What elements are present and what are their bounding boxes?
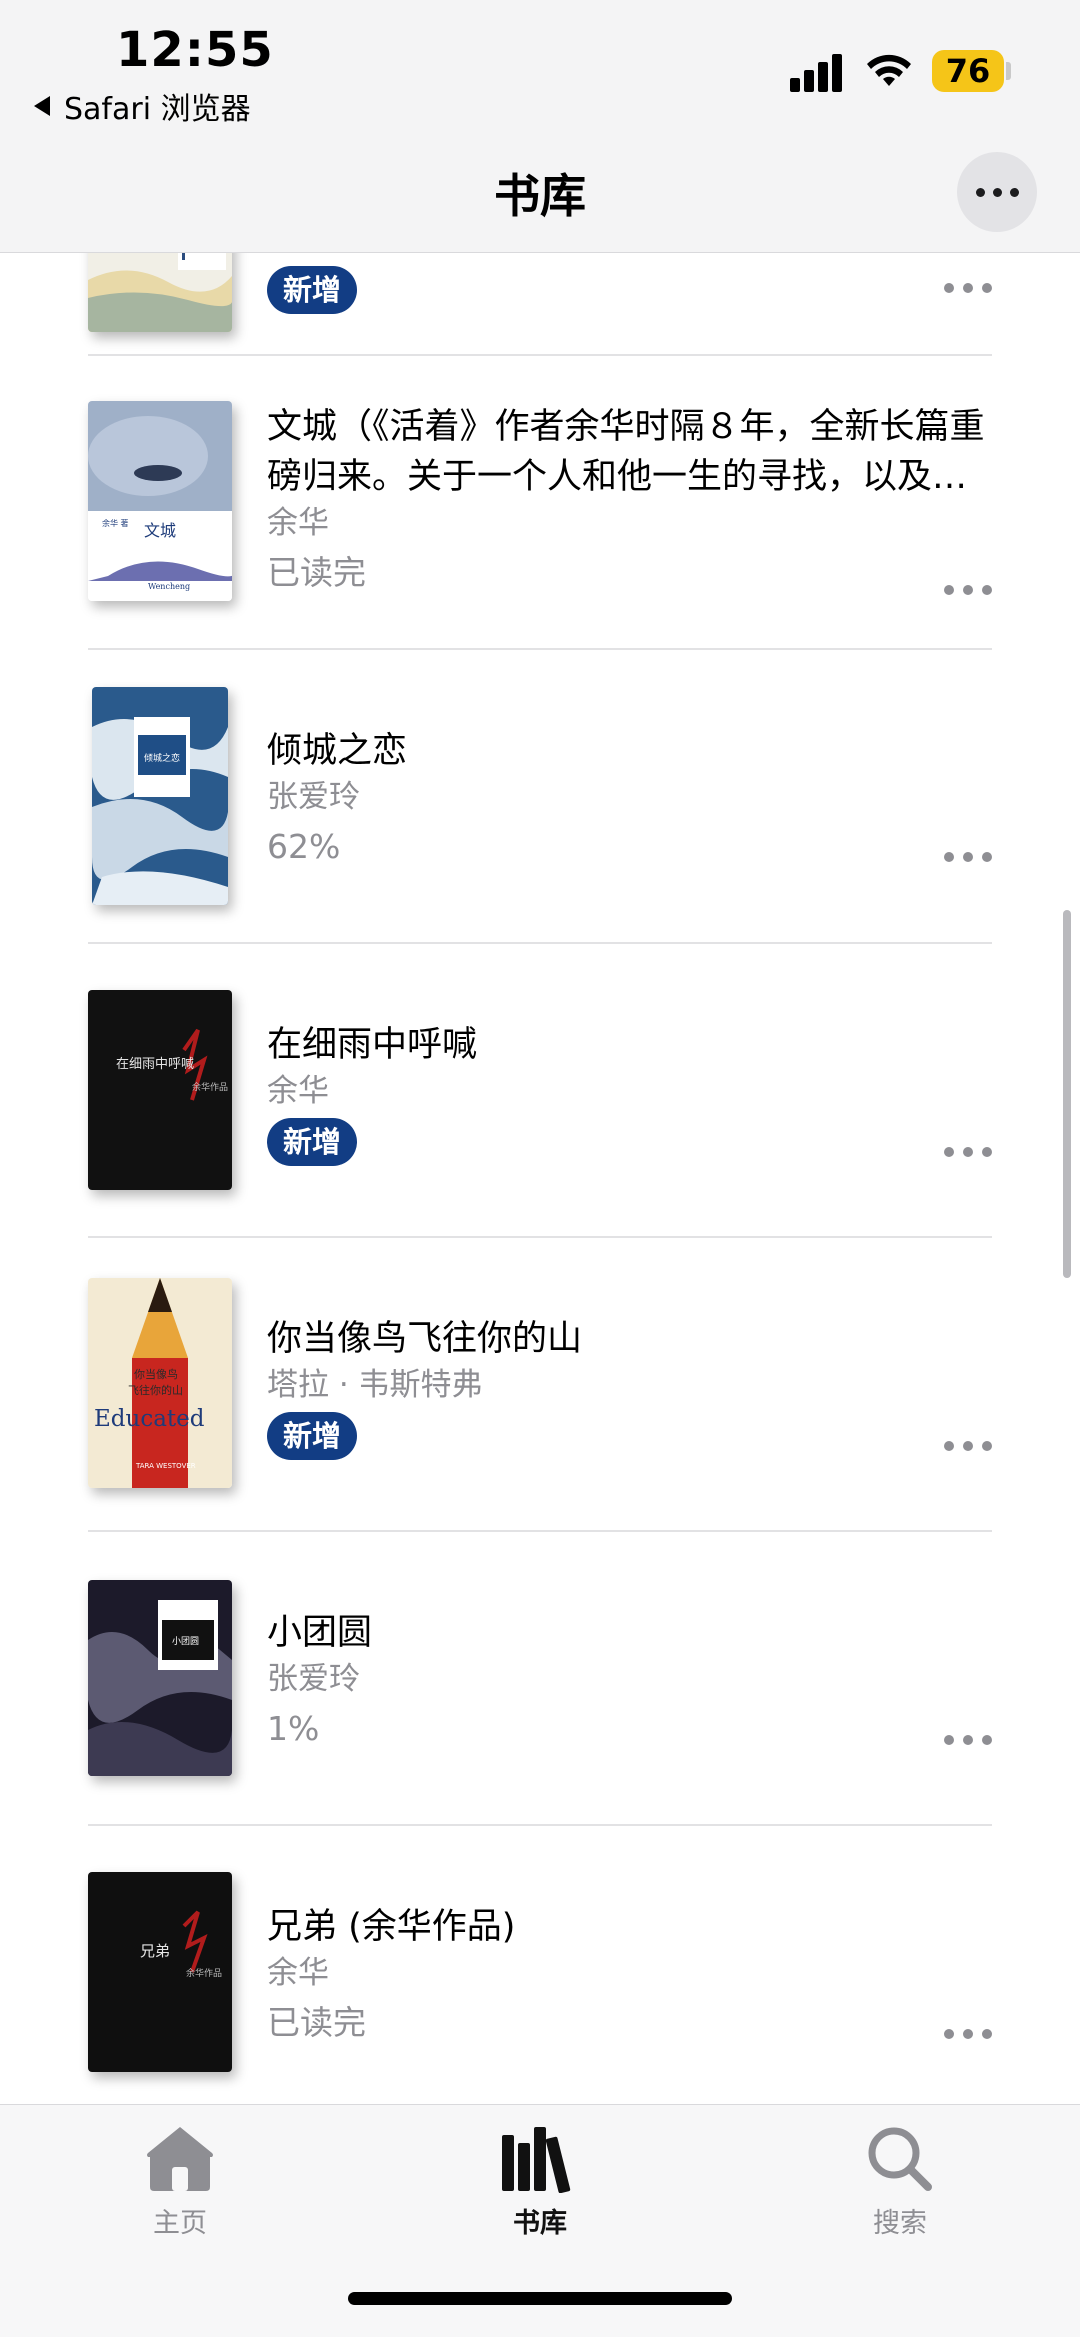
book-cover[interactable]: 文城 余华 著 Wencheng	[88, 401, 232, 601]
tab-label: 书库	[513, 2208, 567, 2239]
book-cover[interactable]: 倾城之恋	[92, 687, 228, 905]
cover-cn-line1: 你当像鸟	[134, 1367, 178, 1381]
book-cover[interactable]: 你当像鸟 飞往你的山 Educated TARA WESTOVER	[88, 1278, 232, 1488]
tab-home[interactable]: 主页	[80, 2123, 280, 2240]
cover-cn-line2: 飞往你的山	[128, 1383, 183, 1397]
battery-cap	[1006, 62, 1011, 80]
book-row[interactable]: 小团圆 小团圆 张爱玲 1%	[88, 1532, 992, 1826]
cover-art-xiongdi: 兄弟 余华作品	[88, 1872, 232, 2072]
tab-library[interactable]: 书库	[440, 2123, 640, 2240]
cover-art-educated: 你当像鸟 飞往你的山 Educated TARA WESTOVER	[88, 1278, 232, 1488]
back-arrow-icon	[34, 96, 50, 116]
book-row[interactable]: 文城 余华 著 Wencheng 文城（《活着》作者余华时隔８年，全新长篇重磅归…	[88, 356, 992, 650]
book-title: 小团圆	[267, 1613, 373, 1653]
book-row[interactable]: 你当像鸟 飞往你的山 Educated TARA WESTOVER 你当像鸟飞往…	[88, 1238, 992, 1532]
more-options-button[interactable]	[944, 278, 992, 298]
more-options-button[interactable]	[944, 847, 992, 867]
more-options-button[interactable]	[944, 580, 992, 600]
more-options-button[interactable]	[944, 1730, 992, 1750]
ellipsis-icon	[975, 187, 985, 197]
more-options-button[interactable]	[944, 1142, 992, 1162]
book-author: 塔拉 · 韦斯特弗	[267, 1367, 483, 1403]
reading-status: 已读完	[267, 2003, 366, 2042]
wifi-icon	[867, 54, 911, 86]
home-indicator[interactable]	[348, 2292, 732, 2305]
new-badge: 新增	[267, 266, 358, 314]
book-list[interactable]: 新增 文城 余华 著 Wencheng 文城（《活着》作者余华时隔８年，全新长篇…	[0, 0, 1080, 2337]
library-screen: 新增 文城 余华 著 Wencheng 文城（《活着》作者余华时隔８年，全新长篇…	[0, 0, 1080, 2337]
more-options-button[interactable]	[944, 2024, 992, 2044]
cover-title: 兄弟	[140, 1942, 170, 1960]
search-icon	[868, 2127, 932, 2191]
tab-search[interactable]: 搜索	[800, 2123, 1000, 2240]
book-title: 文城（《活着》作者余华时隔８年，全新长篇重磅归来。关于一个人和他一生的寻找，以及…	[267, 407, 985, 497]
book-author: 余华	[267, 1955, 329, 1991]
cover-art-qingcheng: 倾城之恋	[92, 687, 228, 905]
cover-art-wencheng: 文城 余华 著 Wencheng	[88, 401, 232, 601]
more-menu-button[interactable]	[957, 152, 1037, 232]
book-row[interactable]: 倾城之恋 倾城之恋 张爱玲 62%	[88, 650, 992, 944]
status-time: 12:55	[116, 22, 274, 78]
book-row[interactable]: 兄弟 余华作品 兄弟 (余华作品) 余华 已读完	[88, 1826, 992, 2120]
library-icon	[502, 2127, 571, 2194]
book-author: 张爱玲	[267, 779, 360, 815]
book-author: 张爱玲	[267, 1661, 360, 1697]
cover-series: 余华作品	[186, 1967, 222, 1979]
cover-series: 余华作品	[192, 1081, 228, 1093]
reading-status: 已读完	[267, 553, 366, 592]
cellular-signal-icon	[790, 52, 844, 92]
back-to-safari-button[interactable]: Safari 浏览器	[34, 84, 251, 128]
cover-title: 倾城之恋	[144, 752, 180, 764]
tab-label: 主页	[153, 2208, 207, 2239]
cover-title: 文城	[144, 521, 176, 540]
cover-art-xiaotuanyuan: 小团圆	[88, 1580, 232, 1776]
reading-progress: 62%	[267, 827, 341, 866]
vertical-scrollbar[interactable]	[1063, 910, 1071, 1278]
page-title: 书库	[494, 169, 586, 223]
book-title: 倾城之恋	[267, 731, 408, 771]
home-icon	[147, 2127, 213, 2191]
new-badge: 新增	[267, 1412, 358, 1460]
cover-author: 余华 著	[102, 518, 129, 528]
book-title: 兄弟 (余华作品)	[267, 1907, 516, 1947]
book-author: 余华	[267, 505, 329, 541]
book-cover[interactable]: 兄弟 余华作品	[88, 1872, 232, 2072]
back-app-label: Safari 浏览器	[64, 92, 251, 127]
cover-english: Wencheng	[148, 582, 190, 591]
tab-label: 搜索	[873, 2208, 927, 2239]
battery-indicator: 76	[932, 50, 1004, 92]
cover-author: TARA WESTOVER	[135, 1462, 196, 1470]
book-row[interactable]: 在细雨中呼喊 余华作品 在细雨中呼喊 余华 新增	[88, 944, 992, 1238]
more-options-button[interactable]	[944, 1436, 992, 1456]
book-title: 你当像鸟飞往你的山	[267, 1319, 583, 1359]
cover-title: 在细雨中呼喊	[116, 1057, 194, 1072]
book-cover[interactable]: 小团圆	[88, 1580, 232, 1776]
top-bar: 12:55 Safari 浏览器 76 书库	[0, 0, 1080, 253]
book-title: 在细雨中呼喊	[267, 1025, 478, 1065]
book-author: 余华	[267, 1073, 329, 1109]
cover-title: 小团圆	[172, 1636, 199, 1647]
reading-progress: 1%	[267, 1709, 320, 1748]
cover-english-title: Educated	[94, 1406, 205, 1432]
new-badge: 新增	[267, 1118, 358, 1166]
cover-art-xiyu: 在细雨中呼喊 余华作品	[88, 990, 232, 1190]
book-cover[interactable]: 在细雨中呼喊 余华作品	[88, 990, 232, 1190]
